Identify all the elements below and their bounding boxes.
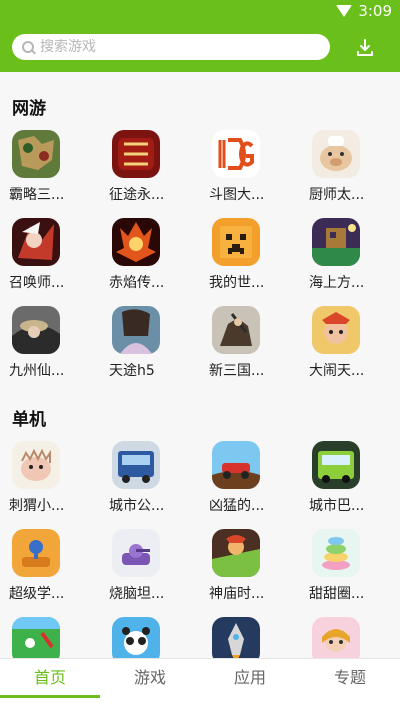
app-tile[interactable]: 大闹天... [300, 306, 400, 394]
app-tile-label: 霸略三... [9, 187, 65, 203]
jiuzhou-icon [12, 306, 60, 354]
brain-tank-icon [112, 529, 160, 577]
tab-home-label: 首页 [33, 668, 66, 687]
app-tile[interactable] [200, 617, 300, 660]
app-tile-label: 斗图大... [209, 187, 265, 203]
content-scroll[interactable]: 网游 霸略三... 征途永... 斗图大... 厨师太... 召唤师... 赤焰传... 我… [0, 72, 400, 660]
app-tile[interactable]: 厨师太... [300, 130, 400, 218]
app-tile[interactable]: 超级学... [0, 529, 100, 617]
super-student-icon [12, 529, 60, 577]
app-tile-label: 新三国... [209, 363, 265, 379]
city-bus-icon [112, 441, 160, 489]
app-tile[interactable]: 九州仙... [0, 306, 100, 394]
tab-apps-label: 应用 [233, 668, 266, 687]
dg-logo-icon [212, 130, 260, 178]
status-right: 3:09 [336, 2, 392, 20]
app-tile-label: 凶猛的... [209, 498, 265, 514]
app-tile[interactable]: 城市巴... [300, 441, 400, 529]
app-tile[interactable]: 凶猛的... [200, 441, 300, 529]
app-tile-label: 甜甜圈... [309, 586, 365, 602]
app-tile-label: 城市公... [109, 498, 165, 514]
temple-run-icon [212, 529, 260, 577]
app-tile-label: 超级学... [9, 586, 65, 602]
donut-stack-icon [312, 529, 360, 577]
app-tile-label: 召唤师... [9, 275, 65, 291]
app-tile-label: 征途永... [109, 187, 165, 203]
app-tile-label: 城市巴... [309, 498, 365, 514]
status-bar: 3:09 [0, 0, 400, 24]
tab-apps[interactable]: 应用 [200, 659, 300, 711]
sea-square-icon [312, 218, 360, 266]
app-tile[interactable]: 斗图大... [200, 130, 300, 218]
app-tile[interactable]: 我的世... [200, 218, 300, 306]
download-button[interactable] [350, 34, 380, 62]
tab-active-indicator [0, 695, 100, 698]
app-tile[interactable]: 城市公... [100, 441, 200, 529]
app-tile[interactable]: 召唤师... [0, 218, 100, 306]
app-tile[interactable]: 征途永... [100, 130, 200, 218]
summoner-icon [12, 218, 60, 266]
app-tile-label: 赤焰传... [109, 275, 165, 291]
app-tile[interactable]: 烧脑坦... [100, 529, 200, 617]
app-tile[interactable]: 霸略三... [0, 130, 100, 218]
app-tile[interactable] [300, 617, 400, 660]
tab-home[interactable]: 首页 [0, 659, 100, 711]
app-tile-label: 九州仙... [9, 363, 65, 379]
hedgehog-icon [12, 441, 60, 489]
top-header: 3:09 [0, 0, 400, 72]
app-tile-label: 海上方... [309, 275, 365, 291]
app-tile[interactable]: 刺猬小... [0, 441, 100, 529]
app-tile[interactable] [100, 617, 200, 660]
minecraft-face-icon [212, 218, 260, 266]
app-tile[interactable]: 新三国... [200, 306, 300, 394]
tiantu-icon [112, 306, 160, 354]
app-tile[interactable]: 甜甜圈... [300, 529, 400, 617]
app-tile-label: 我的世... [209, 275, 265, 291]
monkey-king-icon [312, 306, 360, 354]
chef-pig-icon [312, 130, 360, 178]
wifi-icon [336, 5, 353, 17]
app-tile[interactable]: 神庙时... [200, 529, 300, 617]
tab-games-label: 游戏 [133, 668, 166, 687]
status-time: 3:09 [358, 2, 392, 20]
app-tile[interactable]: 海上方... [300, 218, 400, 306]
search-input[interactable] [40, 39, 300, 55]
app-tile-label: 神庙时... [209, 586, 265, 602]
new-three-kingdoms-icon [212, 306, 260, 354]
three-kingdoms-map-icon [12, 130, 60, 178]
fierce-car-icon [212, 441, 260, 489]
app-tile[interactable] [0, 617, 100, 660]
tab-topics-label: 专题 [333, 668, 366, 687]
app-tile[interactable]: 天途h5 [100, 306, 200, 394]
red-flame-icon [112, 218, 160, 266]
tab-topics[interactable]: 专题 [300, 659, 400, 711]
app-tile[interactable]: 赤焰传... [100, 218, 200, 306]
app-tile-label: 厨师太... [309, 187, 365, 203]
search-icon [22, 41, 34, 53]
section-title-offline: 单机 [12, 410, 46, 430]
app-tile-label: 烧脑坦... [109, 586, 165, 602]
app-tile-label: 天途h5 [109, 363, 155, 379]
download-icon [357, 39, 373, 56]
soccer-field-icon [12, 617, 60, 660]
app-tile-label: 刺猬小... [9, 498, 65, 514]
panda-icon [112, 617, 160, 660]
search-bar[interactable] [12, 34, 330, 60]
section-title-online: 网游 [12, 99, 46, 119]
tab-games[interactable]: 游戏 [100, 659, 200, 711]
app-tile-label: 大闹天... [309, 363, 365, 379]
rocket-icon [212, 617, 260, 660]
bottom-tab-bar: 首页 游戏 应用 专题 [0, 658, 400, 711]
city-bus-2-icon [312, 441, 360, 489]
zhengtu-icon [112, 130, 160, 178]
app-root: 3:09 网游 霸略三... 征途永... 斗图大... 厨师太... 召唤师... 赤焰… [0, 0, 400, 711]
girl-icon [312, 617, 360, 660]
